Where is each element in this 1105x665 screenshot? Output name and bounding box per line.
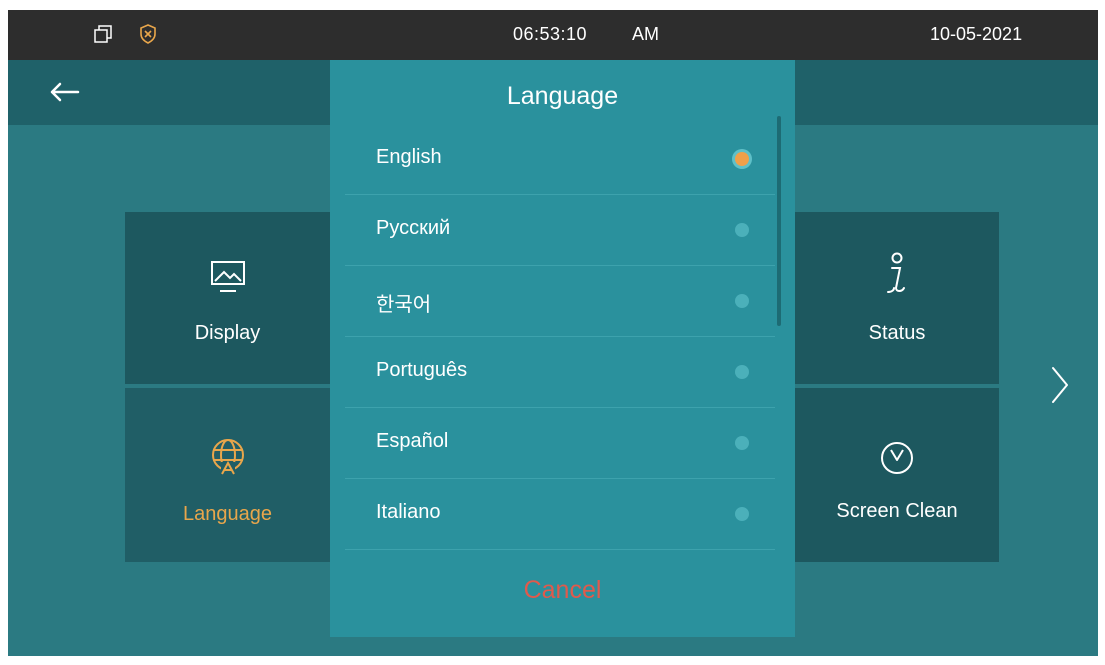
language-option-english[interactable]: English (345, 124, 775, 195)
scrollbar[interactable] (777, 116, 781, 326)
radio-unselected[interactable] (735, 365, 749, 379)
tile-screen-clean[interactable]: Screen Clean (795, 388, 999, 562)
radio-unselected[interactable] (735, 294, 749, 308)
language-option-portuguese[interactable]: Português (345, 337, 775, 408)
tile-label-display: Display (194, 322, 261, 344)
language-option-spanish[interactable]: Español (345, 408, 775, 479)
language-name: 한국어 (376, 294, 432, 316)
clock-date: 10-05-2021 (930, 24, 1023, 44)
tile-label-language: Language (183, 503, 272, 525)
cancel-button[interactable]: Cancel (330, 576, 795, 605)
shield-icon (139, 24, 157, 49)
language-list: English Русский 한국어 Português Español It… (345, 124, 775, 550)
status-bar: 06:53:10 AM 10-05-2021 (8, 10, 1098, 60)
tile-label-screen-clean: Screen Clean (836, 500, 958, 522)
info-icon (795, 252, 999, 302)
tile-language[interactable]: Language (125, 388, 330, 562)
radio-unselected[interactable] (735, 436, 749, 450)
language-dialog: Language English Русский 한국어 Português E… (330, 60, 795, 637)
language-name: Español (376, 430, 449, 452)
language-name: English (376, 146, 442, 168)
language-name: Italiano (376, 501, 441, 523)
radio-selected[interactable] (735, 152, 749, 166)
picture-icon (125, 260, 330, 300)
device-screen: 06:53:10 AM 10-05-2021 Display Language … (8, 10, 1098, 656)
language-name: Русский (376, 217, 451, 239)
language-name: Português (376, 359, 468, 381)
language-option-russian[interactable]: Русский (345, 195, 775, 266)
language-option-korean[interactable]: 한국어 (345, 266, 775, 337)
tile-label-status: Status (868, 322, 926, 344)
radio-unselected[interactable] (735, 223, 749, 237)
dialog-title: Language (506, 82, 619, 110)
clock-ampm: AM (632, 24, 659, 44)
globe-icon (125, 438, 330, 482)
arrow-left-icon[interactable] (48, 80, 80, 109)
timer-icon (795, 440, 999, 482)
window-icon (93, 24, 113, 49)
language-option-italian[interactable]: Italiano (345, 479, 775, 550)
tile-display[interactable]: Display (125, 212, 330, 384)
tile-status[interactable]: Status (795, 212, 999, 384)
clock-time: 06:53:10 (513, 24, 588, 44)
radio-unselected[interactable] (735, 507, 749, 521)
chevron-right-icon[interactable] (1050, 365, 1070, 410)
